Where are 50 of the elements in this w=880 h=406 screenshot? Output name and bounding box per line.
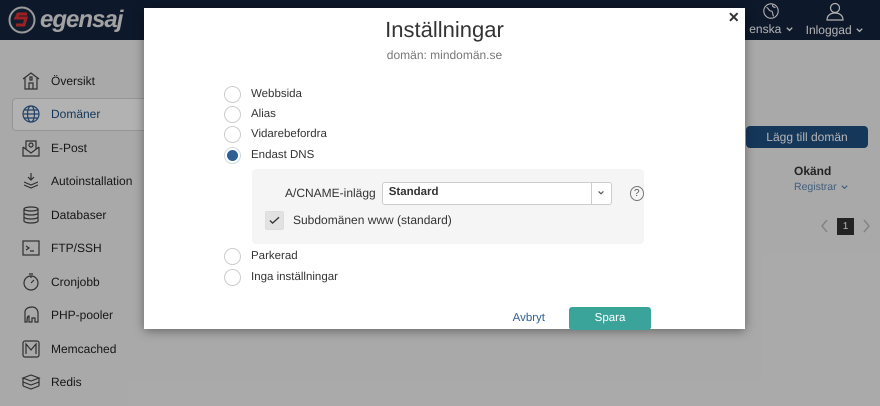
field-label: A/CNAME-inlägg (285, 185, 376, 202)
radio-button[interactable] (224, 86, 241, 103)
stopwatch-icon (21, 272, 41, 292)
sidebar-item[interactable]: E-Post (12, 131, 150, 164)
dialog-title: Inställningar (385, 16, 504, 44)
sidebar-item[interactable]: Redis (12, 366, 150, 399)
sidebar-item[interactable]: PHP-pooler (12, 298, 150, 332)
stack-icon (21, 372, 41, 392)
radio-button[interactable] (224, 248, 241, 266)
m-icon (21, 338, 41, 359)
chevron-left-icon (819, 218, 829, 234)
checkbox-label: Subdomänen www (standard) (293, 212, 452, 230)
radio-button[interactable] (224, 126, 241, 144)
caret-icon (840, 182, 849, 192)
option-label: Webbsida (251, 86, 302, 102)
checkbox[interactable] (265, 210, 284, 230)
terminal-icon (21, 238, 41, 258)
page-button[interactable]: 1 (837, 218, 854, 235)
radio-button[interactable] (224, 146, 241, 164)
logo-icon (8, 6, 36, 34)
sidebar-item[interactable]: Memcached (12, 332, 150, 366)
database-icon (21, 204, 41, 225)
sidebar-item[interactable]: FTP/SSH (12, 232, 150, 265)
sidebar-item[interactable]: Cronjobb (12, 265, 150, 298)
radio-button[interactable] (224, 106, 241, 124)
add-domain-button[interactable]: Lägg till domän (746, 126, 868, 148)
logo-text: egensaj (40, 5, 122, 35)
option-label: Endast DNS (251, 148, 314, 163)
caret-icon (597, 189, 606, 198)
language-menu[interactable]: enska (749, 20, 794, 38)
option-label: Parkerad (251, 249, 298, 264)
help-icon[interactable]: ? (630, 186, 644, 201)
house-icon (21, 70, 41, 91)
user-icon (824, 1, 845, 21)
sidebar-item[interactable]: Autoinstallation (12, 164, 150, 198)
account-menu[interactable]: Inloggad (806, 21, 864, 39)
cancel-link[interactable]: Avbryt (512, 310, 545, 328)
chevron-right-icon (862, 218, 872, 234)
download-icon (21, 171, 41, 192)
sidebar-item[interactable]: Databaser (12, 198, 150, 232)
column-heading: Okänd (794, 163, 832, 180)
sidebar-item[interactable]: Översikt (12, 64, 150, 98)
option-label: Vidarebefordra (251, 127, 327, 142)
dialog-subtitle: domän: mindomän.se (386, 47, 502, 64)
radio-button[interactable] (224, 268, 241, 286)
envelope-icon (21, 138, 41, 158)
record-select[interactable]: Standard (382, 182, 612, 205)
close-button[interactable]: × (726, 8, 741, 26)
option-label: Inga inställningar (251, 270, 338, 285)
option-label: Alias (251, 106, 276, 122)
